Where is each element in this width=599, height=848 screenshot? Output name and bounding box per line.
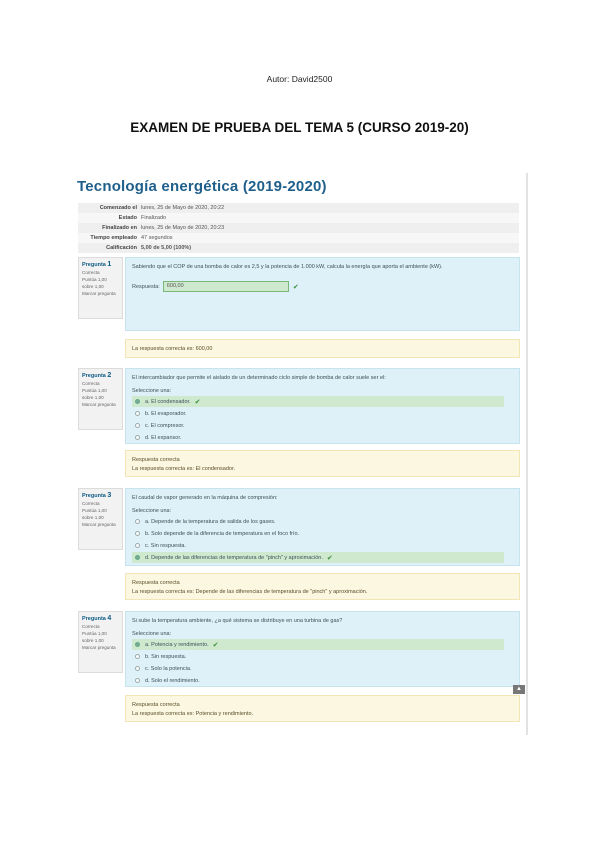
feedback-status: Respuesta correcta bbox=[132, 702, 180, 708]
question-info-2: Pregunta 2 Correcta Puntúa 1,00 sobre 1,… bbox=[78, 368, 123, 430]
feedback-text: La respuesta correcta es: Depende de las… bbox=[132, 589, 368, 595]
radio-button[interactable] bbox=[135, 435, 140, 440]
radio-button[interactable] bbox=[135, 642, 140, 647]
check-icon: ✔ bbox=[292, 283, 299, 291]
course-title: Tecnología energética (2019-2020) bbox=[77, 178, 327, 195]
summary-value: lunes, 25 de Mayo de 2020, 20:22 bbox=[141, 205, 225, 211]
question-number: Pregunta 2 bbox=[82, 372, 112, 379]
summary-row-state: Estado Finalizado bbox=[78, 213, 519, 223]
choice-a[interactable]: a. Potencia y rendimiento. ✔ bbox=[132, 639, 504, 650]
feedback-text: La respuesta correcta es: Potencia y ren… bbox=[132, 711, 254, 717]
summary-value: lunes, 25 de Mayo de 2020, 20:23 bbox=[141, 225, 225, 231]
question-body-3: El caudal de vapor generado en la máquin… bbox=[125, 488, 520, 566]
summary-label: Calificación bbox=[106, 245, 137, 251]
radio-button[interactable] bbox=[135, 555, 140, 560]
flag-question-link[interactable]: Marcar pregunta bbox=[82, 290, 119, 297]
feedback-1: La respuesta correcta es: 600,00 bbox=[125, 339, 520, 358]
question-status: Correcta bbox=[82, 624, 100, 629]
response-label: Respuesta: bbox=[132, 283, 160, 290]
check-icon: ✔ bbox=[212, 641, 219, 649]
question-status: Correcta bbox=[82, 501, 100, 506]
question-body-1: Sabiendo que el COP de una bomba de calo… bbox=[125, 257, 520, 331]
choice-d[interactable]: d. Solo el rendimiento. bbox=[132, 675, 513, 686]
choice-b[interactable]: b. El evaporador. bbox=[132, 408, 513, 419]
question-info-4: Pregunta 4 Correcta Puntúa 1,00 sobre 1,… bbox=[78, 611, 123, 673]
question-points: Puntúa 1,00 sobre 1,00 bbox=[82, 277, 107, 289]
choice-b[interactable]: b. Solo depende de la diferencia de temp… bbox=[132, 528, 513, 539]
summary-label: Estado bbox=[118, 215, 137, 221]
choice-d[interactable]: d. Depende de las diferencias de tempera… bbox=[132, 552, 504, 563]
radio-button[interactable] bbox=[135, 543, 140, 548]
question-info-3: Pregunta 3 Correcta Puntúa 1,00 sobre 1,… bbox=[78, 488, 123, 550]
choice-c[interactable]: c. Sin respuesta. bbox=[132, 540, 513, 551]
choice-a[interactable]: a. El condensador. ✔ bbox=[132, 396, 504, 407]
radio-button[interactable] bbox=[135, 531, 140, 536]
summary-value: 5,00 de 5,00 (100%) bbox=[141, 245, 192, 251]
question-status: Correcta bbox=[82, 270, 100, 275]
summary-row-grade: Calificación 5,00 de 5,00 (100%) bbox=[78, 243, 519, 253]
summary-label: Tiempo empleado bbox=[90, 235, 137, 241]
feedback-status: Respuesta correcta bbox=[132, 580, 180, 586]
question-number: Pregunta 4 bbox=[82, 615, 112, 622]
summary-row-started: Comenzado el lunes, 25 de Mayo de 2020, … bbox=[78, 203, 519, 213]
feedback-text: La respuesta correcta es: El condensador… bbox=[132, 466, 236, 472]
select-one-label: Seleccione una: bbox=[132, 508, 172, 514]
feedback-4: Respuesta correcta La respuesta correcta… bbox=[125, 695, 520, 722]
summary-row-time: Tiempo empleado 47 segundos bbox=[78, 233, 519, 243]
feedback-text: La respuesta correcta es: 600,00 bbox=[132, 346, 213, 352]
feedback-3: Respuesta correcta La respuesta correcta… bbox=[125, 573, 520, 600]
radio-button[interactable] bbox=[135, 399, 140, 404]
choice-c[interactable]: c. El compresor. bbox=[132, 420, 513, 431]
response-row: Respuesta: 600,00 ✔ bbox=[132, 281, 513, 292]
radio-button[interactable] bbox=[135, 654, 140, 659]
check-icon: ✔ bbox=[194, 398, 201, 406]
question-points: Puntúa 1,00 sobre 1,00 bbox=[82, 508, 107, 520]
flag-question-link[interactable]: Marcar pregunta bbox=[82, 521, 119, 528]
select-one-label: Seleccione una: bbox=[132, 388, 172, 394]
question-points: Puntúa 1,00 sobre 1,00 bbox=[82, 388, 107, 400]
question-number: Pregunta 1 bbox=[82, 261, 112, 268]
radio-button[interactable] bbox=[135, 519, 140, 524]
document-title: EXAMEN DE PRUEBA DEL TEMA 5 (CURSO 2019-… bbox=[130, 120, 469, 135]
summary-value: 47 segundos bbox=[141, 235, 173, 241]
feedback-status: Respuesta correcta bbox=[132, 457, 180, 463]
question-body-2: El intercambiador que permite el aislado… bbox=[125, 368, 520, 444]
radio-button[interactable] bbox=[135, 411, 140, 416]
flag-question-link[interactable]: Marcar pregunta bbox=[82, 401, 119, 408]
summary-label: Finalizado en bbox=[102, 225, 137, 231]
question-text: El caudal de vapor generado en la máquin… bbox=[132, 495, 278, 501]
question-number: Pregunta 3 bbox=[82, 492, 112, 499]
check-icon: ✔ bbox=[326, 554, 333, 562]
summary-label: Comenzado el bbox=[99, 205, 137, 211]
summary-value: Finalizado bbox=[141, 215, 167, 221]
question-info-1: Pregunta 1 Correcta Puntúa 1,00 sobre 1,… bbox=[78, 257, 123, 319]
choice-b[interactable]: b. Sin respuesta. bbox=[132, 651, 513, 662]
feedback-2: Respuesta correcta La respuesta correcta… bbox=[125, 450, 520, 477]
summary-row-finished: Finalizado en lunes, 25 de Mayo de 2020,… bbox=[78, 223, 519, 233]
question-text: El intercambiador que permite el aislado… bbox=[132, 375, 386, 381]
quiz-review-screenshot: Tecnología energética (2019-2020) Comenz… bbox=[73, 173, 528, 735]
choice-c[interactable]: c. Solo la potencia. bbox=[132, 663, 513, 674]
radio-button[interactable] bbox=[135, 666, 140, 671]
choice-a[interactable]: a. Depende de la temperatura de salida d… bbox=[132, 516, 513, 527]
question-points: Puntúa 1,00 sobre 1,00 bbox=[82, 631, 107, 643]
question-text: Sabiendo que el COP de una bomba de calo… bbox=[132, 264, 443, 270]
response-input[interactable]: 600,00 bbox=[162, 281, 289, 292]
select-one-label: Seleccione una: bbox=[132, 631, 172, 637]
author-line: Autor: David2500 bbox=[266, 74, 333, 84]
choice-d[interactable]: d. El expansor. bbox=[132, 432, 513, 443]
attempt-summary-table: Comenzado el lunes, 25 de Mayo de 2020, … bbox=[78, 203, 519, 253]
question-status: Correcta bbox=[82, 381, 100, 386]
flag-question-link[interactable]: Marcar pregunta bbox=[82, 644, 119, 651]
arrow-up-icon[interactable]: ▲ bbox=[513, 685, 525, 694]
question-text: Si sube la temperatura ambiente, ¿a qué … bbox=[132, 618, 343, 624]
radio-button[interactable] bbox=[135, 423, 140, 428]
radio-button[interactable] bbox=[135, 678, 140, 683]
question-body-4: Si sube la temperatura ambiente, ¿a qué … bbox=[125, 611, 520, 687]
